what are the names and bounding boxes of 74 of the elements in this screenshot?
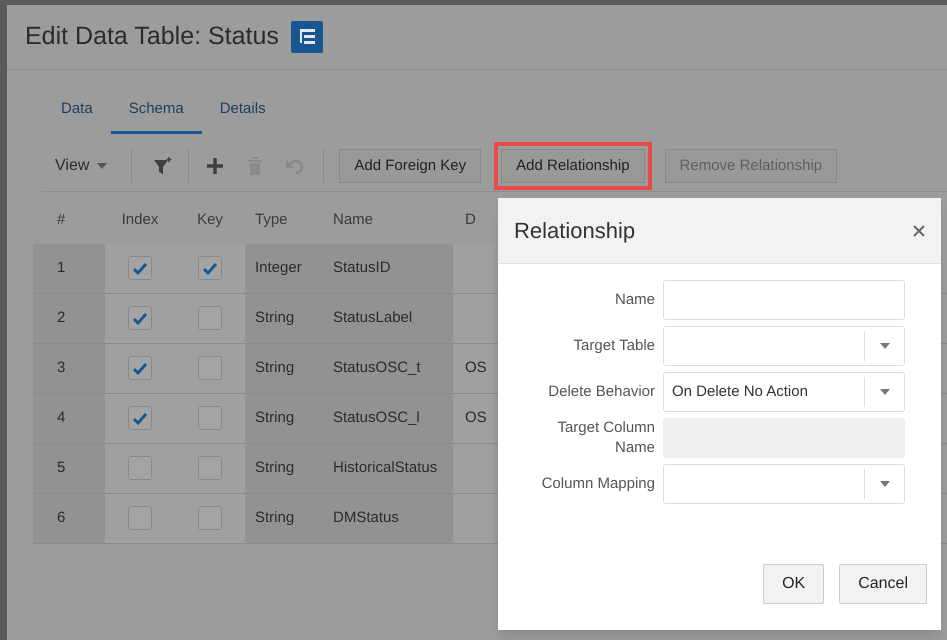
- check-icon: [131, 310, 149, 326]
- tab[interactable]: Schema: [110, 98, 202, 134]
- field-label: Target Column Name: [556, 418, 655, 458]
- table-cell: StatusOSC_l: [323, 394, 453, 442]
- table-cell: [453, 494, 493, 542]
- table-cell: String: [245, 344, 323, 392]
- column-header: Index: [122, 210, 158, 230]
- checkbox[interactable]: [128, 506, 152, 530]
- table-cell: DMStatus: [323, 494, 453, 542]
- toolbar-button[interactable]: Add Foreign Key: [339, 149, 482, 183]
- view-menu[interactable]: View: [41, 148, 122, 184]
- checkbox[interactable]: [198, 356, 222, 380]
- caret-icon: [880, 389, 890, 395]
- check-icon: [201, 260, 219, 276]
- table-cell: 1: [33, 244, 105, 292]
- checkbox[interactable]: [128, 356, 152, 380]
- column-header: #: [57, 210, 66, 230]
- table-cell: 4: [33, 394, 105, 442]
- checkbox[interactable]: [128, 456, 152, 480]
- text-input[interactable]: [663, 280, 905, 320]
- table-cell: 2: [33, 294, 105, 342]
- table-cell: 6: [33, 494, 105, 542]
- dialog-title: Relationship: [514, 217, 636, 245]
- column-header: Type: [255, 210, 288, 230]
- checkbox[interactable]: [198, 306, 222, 330]
- add-icon[interactable]: [206, 157, 224, 175]
- tab[interactable]: Data: [43, 98, 111, 134]
- field-label: Target Table: [574, 336, 655, 356]
- checkbox[interactable]: [198, 506, 222, 530]
- check-icon: [131, 410, 149, 426]
- caret-icon: [97, 163, 108, 169]
- checkbox[interactable]: [198, 406, 222, 430]
- field-label: Name: [614, 290, 655, 310]
- dialog-button[interactable]: Cancel: [839, 564, 927, 604]
- table-cell: OS: [453, 394, 493, 442]
- table-cell: 3: [33, 344, 105, 392]
- table-cell: String: [245, 394, 323, 442]
- column-header: Name: [333, 210, 374, 230]
- page-title: Edit Data Table: Status: [25, 21, 279, 52]
- dialog-button[interactable]: OK: [763, 564, 824, 604]
- field-label: Delete Behavior: [548, 382, 655, 402]
- table-cell: StatusOSC_t: [323, 344, 453, 392]
- table-cell: HistoricalStatus: [323, 444, 453, 492]
- table-cell: String: [245, 444, 323, 492]
- column-header: Key: [197, 210, 223, 230]
- check-icon: [131, 360, 149, 376]
- table-cell: StatusLabel: [323, 294, 453, 342]
- check-icon: [131, 260, 149, 276]
- table-cell: String: [245, 494, 323, 542]
- select-field[interactable]: On Delete No Action: [663, 372, 905, 412]
- checkbox[interactable]: [198, 456, 222, 480]
- column-header: D: [465, 210, 476, 230]
- table-cell: [453, 244, 493, 292]
- table-cell: String: [245, 294, 323, 342]
- table-cell: [453, 294, 493, 342]
- toolbar-button[interactable]: Add Relationship: [501, 149, 645, 183]
- caret-icon: [880, 481, 890, 487]
- filter-icon[interactable]: [152, 157, 172, 175]
- checkbox[interactable]: [128, 256, 152, 280]
- table-cell: [453, 444, 493, 492]
- caret-icon: [880, 343, 890, 349]
- checkbox[interactable]: [128, 306, 152, 330]
- close-icon[interactable]: [913, 224, 925, 236]
- table-cell: 5: [33, 444, 105, 492]
- table-icon: [290, 21, 323, 53]
- table-cell: Integer: [245, 244, 323, 292]
- tab[interactable]: Details: [202, 98, 284, 134]
- select-field[interactable]: [663, 326, 905, 366]
- table-cell: OS: [453, 344, 493, 392]
- field-label: Column Mapping: [542, 474, 655, 494]
- checkbox[interactable]: [128, 406, 152, 430]
- select-field[interactable]: [663, 464, 905, 504]
- table-cell: StatusID: [323, 244, 453, 292]
- checkbox[interactable]: [198, 256, 222, 280]
